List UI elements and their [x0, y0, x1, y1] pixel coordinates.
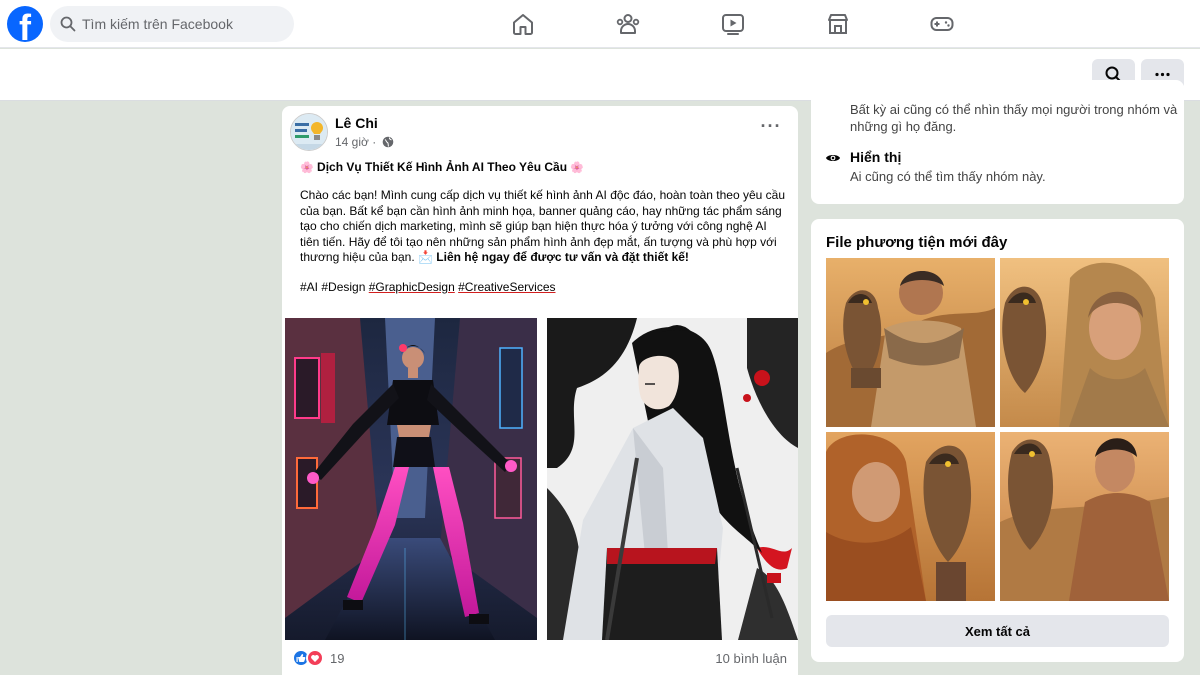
flower-emoji-icon: 🌸 — [570, 162, 585, 174]
post-image-cyberpunk-woman[interactable] — [285, 318, 537, 640]
love-icon — [306, 649, 324, 667]
top-navigation-bar: f — [0, 0, 1200, 48]
visibility-title: Hiển thị — [850, 149, 902, 165]
post-time: 14 giờ · — [335, 135, 377, 149]
media-thumbnail[interactable] — [826, 432, 995, 601]
facebook-logo-icon[interactable]: f — [7, 6, 43, 42]
media-thumbnail[interactable] — [826, 258, 995, 427]
post-more-options-icon[interactable]: ··· — [758, 117, 784, 140]
hashtag-link[interactable]: #AI — [300, 280, 318, 294]
post-author-name[interactable]: Lê Chi — [335, 115, 378, 131]
search-input[interactable] — [82, 6, 282, 42]
post-cta: Liên hệ ngay để được tư vấn và đặt thiết… — [436, 250, 689, 264]
hashtag-link[interactable]: #CreativeServices — [458, 280, 555, 294]
recent-media-card: File phương tiện mới đây Xem tất cả — [811, 219, 1184, 662]
post-title: Dịch Vụ Thiết Kế Hình Ảnh AI Theo Yêu Cầ… — [317, 160, 568, 174]
post-body: Chào các bạn! Mình cung cấp dịch vụ thiế… — [300, 188, 786, 266]
hashtag-link[interactable]: #Design — [321, 280, 365, 294]
media-thumbnail[interactable] — [1000, 432, 1169, 601]
eye-icon — [826, 155, 840, 161]
comment-count-link[interactable]: 10 bình luận — [715, 651, 787, 666]
media-thumbnail[interactable] — [1000, 258, 1169, 427]
avatar[interactable] — [290, 113, 328, 151]
search-box[interactable] — [50, 6, 294, 42]
reaction-count[interactable]: 19 — [330, 651, 344, 666]
post-title-line: 🌸 Dịch Vụ Thiết Kế Hình Ảnh AI Theo Yêu … — [300, 160, 584, 174]
visibility-description: Ai cũng có thể tìm thấy nhóm này. — [850, 169, 1046, 184]
envelope-emoji-icon: 📩 — [418, 250, 433, 264]
post-hashtags: #AI #Design #GraphicDesign #CreativeServ… — [300, 280, 556, 294]
public-globe-icon — [382, 136, 393, 148]
marketplace-icon[interactable] — [825, 11, 851, 37]
home-icon[interactable] — [510, 11, 536, 37]
search-icon — [60, 16, 76, 32]
feed-post: Lê Chi 14 giờ · ··· 🌸 Dịch Vụ Thiết Kế H… — [282, 106, 798, 675]
post-image-samurai-woman[interactable] — [547, 318, 798, 640]
recent-media-title: File phương tiện mới đây — [826, 234, 1008, 251]
privacy-description: Bất kỳ ai cũng có thể nhìn thấy mọi ngườ… — [850, 102, 1178, 134]
gaming-icon[interactable] — [929, 11, 955, 37]
post-timestamp[interactable]: 14 giờ · — [335, 135, 394, 149]
video-icon[interactable] — [720, 11, 746, 37]
see-all-media-button[interactable]: Xem tất cả — [826, 615, 1169, 647]
groups-icon[interactable] — [615, 11, 641, 37]
group-about-card: Bất kỳ ai cũng có thể nhìn thấy mọi ngườ… — [811, 80, 1184, 204]
flower-emoji-icon: 🌸 — [300, 162, 314, 174]
hashtag-link[interactable]: #GraphicDesign — [369, 280, 455, 294]
